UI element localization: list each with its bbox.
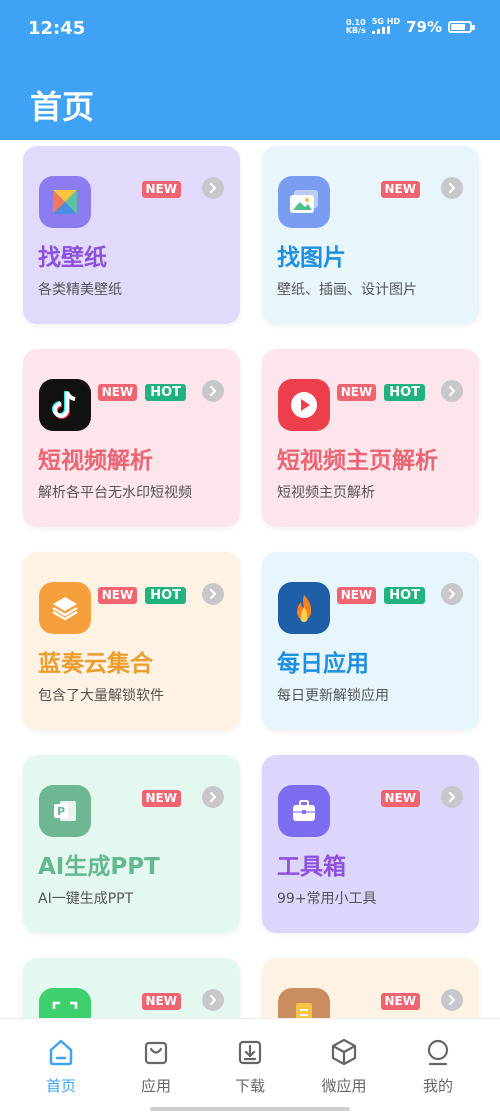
tab-mine[interactable]: 我的 [398,1037,478,1096]
new-badge: NEW [380,181,420,198]
chevron-right-icon[interactable] [441,177,463,199]
chevron-right-icon[interactable] [202,786,224,808]
ppt-icon: P [39,785,91,837]
badge-group: NEW HOT [336,384,425,401]
card-description: 壁纸、插画、设计图片 [277,282,417,298]
card-description: 99+常用小工具 [277,891,377,907]
download-icon [238,1040,262,1065]
badge-group: NEW [141,790,181,807]
badge-group: NEW [141,181,181,198]
badge-group: NEW [380,993,420,1010]
card-description: 每日更新解锁应用 [277,688,389,704]
badge-group: NEW [380,790,420,807]
hot-badge: HOT [384,384,425,401]
cube-icon [331,1038,357,1066]
chevron-right-icon[interactable] [441,583,463,605]
status-bar: 12:45 0.10 KB/s 5G HD 79% [0,0,500,60]
feature-card-6[interactable]: NEW HOT 每日应用每日更新解锁应用 [262,552,479,730]
tiktok-icon [39,379,91,431]
chevron-right-icon[interactable] [202,177,224,199]
chevron-right-icon[interactable] [441,989,463,1011]
chevron-right-icon[interactable] [202,583,224,605]
play-icon [278,379,330,431]
feature-card-7[interactable]: P NEW AI生成PPT AI一键生成PPT [23,755,240,933]
battery-percent: 79% [406,18,442,36]
card-title: 短视频主页解析 [277,448,438,474]
tab-apps[interactable]: 应用 [116,1037,196,1096]
badge-group: NEW HOT [97,587,186,604]
tab-download[interactable]: 下载 [210,1037,290,1096]
home-indicator[interactable] [150,1107,350,1111]
feature-grid: NEW 找壁纸各类精美壁纸 NEW 找图片壁纸、插画、设计图片 NEW HOT 短视频解析解… [0,140,500,1018]
new-badge: NEW [97,587,138,604]
tab-home[interactable]: 首页 [21,1037,101,1096]
badge-group: NEW [380,181,420,198]
feature-card-3[interactable]: NEW HOT 短视频解析解析各平台无水印短视频 [23,349,240,527]
tangram-icon [39,176,91,228]
new-badge: NEW [336,384,377,401]
card-description: 各类精美壁纸 [38,282,122,298]
new-badge: NEW [336,587,377,604]
tab-micro-apps[interactable]: 微应用 [304,1037,384,1096]
chevron-right-icon[interactable] [202,380,224,402]
card-title: 找壁纸 [38,245,107,271]
feature-card-10[interactable]: NEW [262,958,479,1018]
card-title: 蓝奏云集合 [38,651,153,677]
badge-group: NEW HOT [336,587,425,604]
feature-card-2[interactable]: NEW 找图片壁纸、插画、设计图片 [262,146,479,324]
battery-icon [448,21,475,33]
chevron-right-icon[interactable] [441,380,463,402]
card-title: 每日应用 [277,651,369,677]
new-badge: NEW [141,790,181,807]
status-time: 12:45 [28,18,86,39]
feature-card-1[interactable]: NEW 找壁纸各类精美壁纸 [23,146,240,324]
chevron-right-icon[interactable] [441,786,463,808]
card-title: 找图片 [277,245,346,271]
badge-group: NEW HOT [97,384,186,401]
new-badge: NEW [141,993,181,1010]
bottom-tab-bar: 首页 应用 下载 微应用 我的 [0,1018,500,1115]
user-icon [427,1039,449,1066]
card-title: 工具箱 [277,854,346,880]
shopping-bag-icon [144,1041,168,1065]
card-description: 解析各平台无水印短视频 [38,485,192,501]
document-icon [278,988,330,1018]
feature-card-8[interactable]: NEW 工具箱 99+常用小工具 [262,755,479,933]
new-badge: NEW [97,384,138,401]
scan-icon [39,988,91,1018]
new-badge: NEW [380,993,420,1010]
hot-badge: HOT [145,587,186,604]
feature-card-9[interactable]: NEW [23,958,240,1018]
chevron-right-icon[interactable] [202,989,224,1011]
gallery-icon [278,176,330,228]
network-speed: 0.10 KB/s [345,18,366,35]
feature-card-5[interactable]: NEW HOT 蓝奏云集合包含了大量解锁软件 [23,552,240,730]
hot-badge: HOT [145,384,186,401]
app-header: 首页 [0,60,500,140]
card-description: 短视频主页解析 [277,485,375,501]
new-badge: NEW [141,181,181,198]
page-title: 首页 [30,88,95,126]
svg-text:P: P [57,805,65,818]
card-title: 短视频解析 [38,448,153,474]
flame-icon [278,582,330,634]
home-icon [49,1039,73,1066]
new-badge: NEW [380,790,420,807]
layers-icon [39,582,91,634]
hot-badge: HOT [384,587,425,604]
status-indicators: 0.10 KB/s 5G HD 79% [345,18,475,36]
card-description: AI一键生成PPT [38,891,134,907]
badge-group: NEW [141,993,181,1010]
feature-card-4[interactable]: NEW HOT 短视频主页解析 短视频主页解析 [262,349,479,527]
card-title: AI生成PPT [38,854,160,880]
signal-icon: 5G HD [371,18,400,36]
toolbox-icon [278,785,330,837]
card-description: 包含了大量解锁软件 [38,688,164,704]
